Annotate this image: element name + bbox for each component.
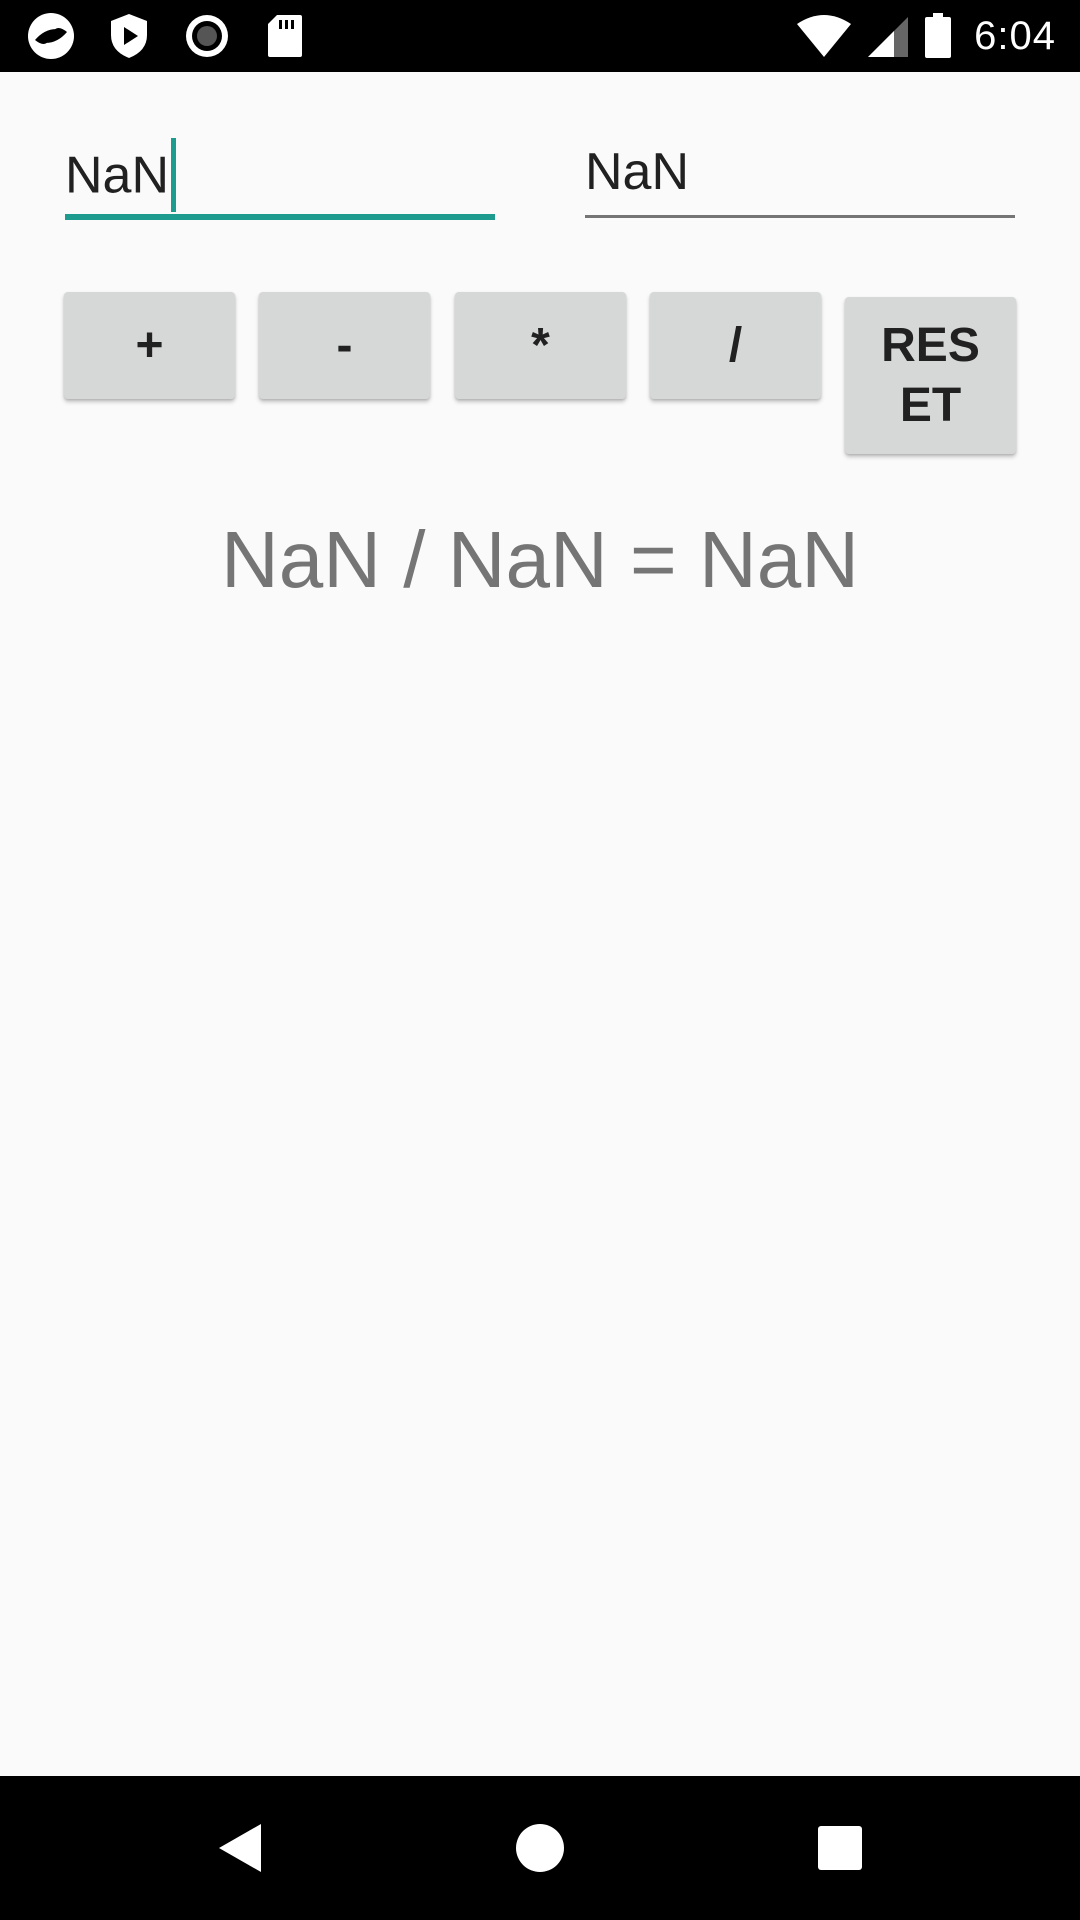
text-cursor [171,138,177,212]
recents-button[interactable] [804,1812,876,1884]
second-number-input[interactable]: NaN [585,130,1015,220]
battery-icon [924,13,952,59]
cell-signal-icon [866,14,910,58]
first-number-underline [65,214,495,220]
second-number-value[interactable]: NaN [585,142,689,202]
navigation-bar [0,1776,1080,1920]
add-button[interactable]: + [64,292,235,399]
subtract-button[interactable]: - [259,292,430,399]
back-icon [219,1824,261,1872]
shield-play-icon [102,10,156,62]
record-icon [180,10,234,62]
app-notification-icon [24,10,78,62]
recents-icon [818,1826,862,1870]
home-icon [516,1824,564,1872]
second-number-underline [585,215,1015,218]
result-text: NaN / NaN = NaN [221,515,859,604]
app-screen: 6:04 NaN NaN + - * / RESET NaN / NaN = N… [0,0,1080,1920]
first-number-input[interactable]: NaN [65,130,495,220]
status-system: 6:04 [782,10,1056,62]
sd-card-icon [258,10,312,62]
back-button[interactable] [204,1812,276,1884]
divide-button[interactable]: / [650,292,821,399]
status-notifications [24,10,336,62]
multiply-button[interactable]: * [455,292,626,399]
wifi-icon [796,14,852,58]
first-number-value[interactable]: NaN [65,138,177,216]
status-clock: 6:04 [974,13,1056,58]
reset-button[interactable]: RESET [845,297,1016,454]
status-bar: 6:04 [0,0,1080,72]
home-button[interactable] [504,1812,576,1884]
